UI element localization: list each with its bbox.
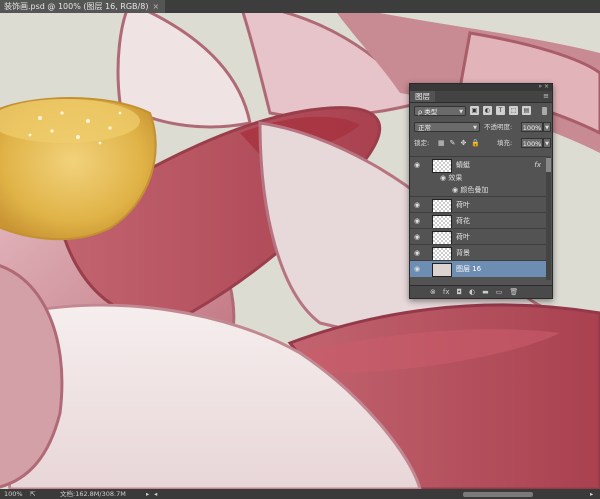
trash-icon[interactable]: 🗑 xyxy=(509,288,518,296)
panel-tabs: 图层 ≡ xyxy=(410,91,552,103)
panel-title-strip[interactable]: » × xyxy=(410,83,552,91)
type-filter-icon[interactable]: T xyxy=(496,106,505,115)
horizontal-scrollbar-thumb[interactable] xyxy=(463,492,533,497)
effect-color-overlay-row[interactable]: ◉ 颜色叠加 xyxy=(452,184,488,196)
panel-menu-icon[interactable]: ≡ xyxy=(543,91,549,102)
blend-row: 正常 ▼ 不透明度: 100% ▼ xyxy=(410,119,552,135)
fill-arrow-icon[interactable]: ▼ xyxy=(543,138,551,148)
new-group-icon[interactable]: ▬ xyxy=(482,288,489,296)
fx-icon[interactable]: fx xyxy=(534,157,541,173)
export-icon[interactable]: ⇱ xyxy=(30,489,35,499)
collapse-icon[interactable]: » xyxy=(538,83,542,90)
lock-pixels-icon[interactable]: ✎ xyxy=(450,138,456,148)
document-tab-bar: 装饰画.psd @ 100% (图层 16, RGB/8) × xyxy=(0,0,600,14)
document-tab-title: 装饰画.psd @ 100% (图层 16, RGB/8) xyxy=(4,2,149,11)
opacity-arrow-icon[interactable]: ▼ xyxy=(543,122,551,132)
eye-icon[interactable]: ◉ xyxy=(452,186,458,194)
fill-input[interactable]: 100% xyxy=(521,138,543,148)
link-layers-icon[interactable]: ⊗ xyxy=(430,288,436,296)
fill-label: 填充: xyxy=(497,139,513,147)
add-style-icon[interactable]: fx xyxy=(443,288,450,296)
layer-thumbnail xyxy=(432,215,452,229)
layer-row[interactable]: ◉ 荷叶 xyxy=(410,228,546,245)
opacity-label: 不透明度: xyxy=(484,123,513,131)
zoom-level[interactable]: 100% xyxy=(4,489,23,499)
lock-transparency-icon[interactable]: ▦ xyxy=(438,138,445,148)
eye-icon[interactable]: ◉ xyxy=(414,265,420,273)
layer-row[interactable]: ◉ 蜻蜓 fx xyxy=(410,156,546,173)
eye-icon[interactable]: ◉ xyxy=(414,217,420,225)
adjustment-layer-icon[interactable]: ◐ xyxy=(469,288,475,296)
eye-icon[interactable]: ◉ xyxy=(414,233,420,241)
lock-position-icon[interactable]: ✥ xyxy=(461,138,467,148)
effects-row[interactable]: ◉ 效果 xyxy=(440,172,462,184)
filter-type-select[interactable]: ρ 类型 ▼ xyxy=(414,106,466,116)
chevron-down-icon: ▼ xyxy=(473,125,477,131)
add-mask-icon[interactable]: ◘ xyxy=(456,288,462,296)
lock-label: 锁定: xyxy=(414,139,430,147)
eye-icon[interactable]: ◉ xyxy=(414,201,420,209)
layer-row[interactable]: ◉ 荷花 xyxy=(410,212,546,229)
image-filter-icon[interactable]: ▣ xyxy=(470,106,479,115)
effect-color-overlay-label: 颜色叠加 xyxy=(460,186,489,194)
blend-mode-select[interactable]: 正常 ▼ xyxy=(414,122,480,132)
layer-name: 背景 xyxy=(456,249,470,257)
lock-all-icon[interactable]: 🔒 xyxy=(471,138,480,148)
close-panel-icon[interactable]: × xyxy=(544,83,549,90)
opacity-input[interactable]: 100% xyxy=(521,122,543,132)
lock-row: 锁定: ▦ ✎ ✥ 🔒 填充: 100% ▼ xyxy=(410,135,552,151)
layer-name: 荷叶 xyxy=(456,201,470,209)
filter-toggle[interactable] xyxy=(542,107,547,115)
layer-thumbnail xyxy=(432,199,452,213)
effects-label: 效果 xyxy=(448,174,463,182)
layer-row[interactable]: ◉ 背景 xyxy=(410,244,546,261)
layer-thumbnail xyxy=(432,231,452,245)
scroll-left-icon[interactable]: ◂ xyxy=(154,489,157,499)
layer-list: ◉ 蜻蜓 fx ◉ 效果 ◉ 颜色叠加 ◉ 荷叶 ◉ 荷花 ◉ 荷叶 ◉ 背景 … xyxy=(410,156,552,280)
scroll-right-icon[interactable]: ▸ xyxy=(590,489,593,499)
document-info: 文档:162.8M/308.7M xyxy=(60,490,126,498)
layer-row-selected[interactable]: ◉ 图层 16 xyxy=(410,260,546,277)
layers-panel: » × 图层 ≡ ρ 类型 ▼ ▣ ◐ T ⬚ ▤ 正常 ▼ 不透明度: 100… xyxy=(409,83,553,299)
status-arrow-icon[interactable]: ▸ xyxy=(146,489,149,499)
eye-icon[interactable]: ◉ xyxy=(414,161,420,169)
layer-name: 图层 16 xyxy=(456,265,482,273)
layer-thumbnail xyxy=(432,159,452,173)
layer-thumbnail xyxy=(432,247,452,261)
layer-name: 荷花 xyxy=(456,217,470,225)
layer-name: 蜻蜓 xyxy=(456,161,470,169)
close-icon[interactable]: × xyxy=(152,0,159,13)
chevron-down-icon: ▼ xyxy=(459,109,463,115)
layer-row[interactable]: ◉ 荷叶 xyxy=(410,196,546,213)
shape-filter-icon[interactable]: ⬚ xyxy=(509,106,518,115)
layer-list-scrollbar[interactable] xyxy=(546,156,551,280)
adjustment-filter-icon[interactable]: ◐ xyxy=(483,106,492,115)
layer-name: 荷叶 xyxy=(456,233,470,241)
filter-row: ρ 类型 ▼ ▣ ◐ T ⬚ ▤ xyxy=(410,103,552,119)
document-tab[interactable]: 装饰画.psd @ 100% (图层 16, RGB/8) × xyxy=(0,0,166,13)
filter-type-label: ρ 类型 xyxy=(418,108,438,116)
eye-icon[interactable]: ◉ xyxy=(440,174,446,182)
panel-footer: ⊗ fx ◘ ◐ ▬ ▭ 🗑 xyxy=(410,285,552,298)
layer-thumbnail xyxy=(432,263,452,277)
tab-layers[interactable]: 图层 xyxy=(410,91,435,102)
blend-mode-label: 正常 xyxy=(418,124,431,132)
new-layer-icon[interactable]: ▭ xyxy=(496,288,503,296)
eye-icon[interactable]: ◉ xyxy=(414,249,420,257)
smart-object-filter-icon[interactable]: ▤ xyxy=(522,106,531,115)
